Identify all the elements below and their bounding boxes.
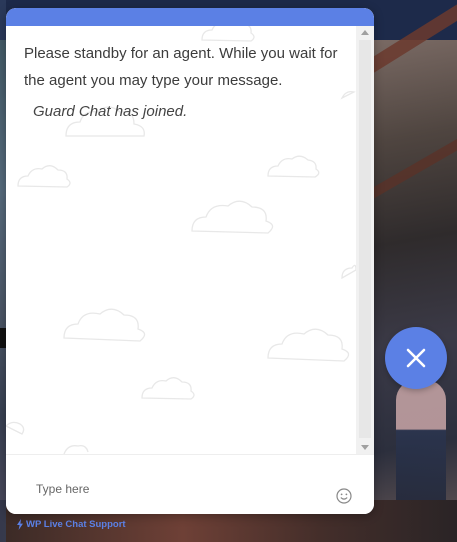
- chat-window: Please standby for an agent. While you w…: [6, 8, 374, 514]
- messages-scrollbar[interactable]: [356, 26, 374, 454]
- message-list: Please standby for an agent. While you w…: [24, 40, 350, 120]
- smiley-icon[interactable]: [336, 488, 352, 504]
- chat-message-input[interactable]: [36, 477, 326, 501]
- scroll-up-arrow-icon[interactable]: [361, 30, 369, 35]
- agent-joined-message: Guard Chat has joined.: [33, 103, 188, 120]
- chat-header: [6, 8, 374, 26]
- powered-by-label[interactable]: WP Live Chat Support: [26, 519, 126, 530]
- chat-messages-area: Please standby for an agent. While you w…: [6, 26, 374, 454]
- chat-input-area: [6, 454, 374, 514]
- system-message: Please standby for an agent. While you w…: [24, 45, 338, 89]
- scroll-down-arrow-icon[interactable]: [361, 445, 369, 450]
- close-chat-button[interactable]: [385, 327, 447, 389]
- background-person: [396, 380, 446, 520]
- scrollbar-thumb[interactable]: [359, 40, 371, 438]
- close-icon: [406, 348, 426, 368]
- powered-by-link[interactable]: WP Live Chat Support: [16, 519, 126, 530]
- bolt-icon: [17, 519, 23, 530]
